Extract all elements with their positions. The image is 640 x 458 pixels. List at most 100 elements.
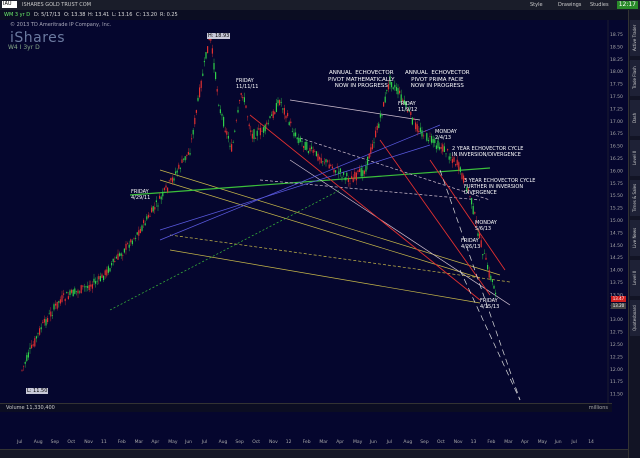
symbol-input[interactable]: IAU — [2, 1, 17, 8]
candle-body — [299, 137, 301, 142]
candle-body — [232, 142, 234, 143]
candle-body — [95, 281, 97, 284]
candle-body — [101, 274, 103, 278]
candle-body — [325, 159, 327, 163]
price-axis-label: 15.75 — [610, 181, 623, 187]
candle-body — [64, 299, 66, 302]
candle-body — [264, 124, 266, 132]
time-axis-label: Jun — [185, 440, 193, 445]
candle-body — [386, 89, 388, 91]
candle-body — [229, 145, 231, 147]
chart-aggregation-label: W4 I 3yr D — [8, 44, 40, 51]
candle-body — [261, 130, 263, 132]
price-axis-label: 14.00 — [610, 268, 623, 274]
candle-body — [234, 130, 236, 132]
sidebar-tab[interactable]: Level II — [630, 260, 640, 296]
annotation-3-year-cycle: 3 YEAR ECHOVECTOR CYCLE FURTHER IN INVER… — [464, 178, 536, 196]
time-axis-label: Aug — [403, 440, 413, 445]
candle-body — [423, 135, 425, 137]
sidebar-tab[interactable]: Quotesboard — [630, 300, 640, 336]
price-chart[interactable]: 18.75 18.50 18.25 18.00 17.75 17.50 17.25 17.00… — [0, 20, 628, 403]
sidebar-tab[interactable]: Level II — [630, 140, 640, 176]
style-menu[interactable]: Style — [530, 0, 543, 10]
candle-body — [191, 138, 193, 140]
candle-body — [395, 86, 397, 91]
candle-body — [291, 131, 293, 132]
timeframe-label[interactable]: WM 3 yr D — [4, 10, 30, 20]
trendline-2 — [159, 169, 501, 276]
candle-body — [112, 258, 114, 262]
candle-body — [378, 123, 380, 128]
candle-body — [271, 114, 273, 116]
candle-body — [114, 261, 116, 263]
time-axis-label: Feb — [117, 440, 126, 445]
candle-body — [448, 156, 450, 160]
candle-body — [416, 124, 418, 132]
candle-body — [440, 147, 442, 149]
sidebar-tab[interactable]: Live News — [630, 220, 640, 256]
annotation-annual-echovector-2: ANNUAL ECHOVECTOR PIVOT PRIMA FACIE NOW … — [405, 70, 470, 89]
candle-body — [253, 129, 255, 140]
price-axis-label: 15.00 — [610, 218, 623, 224]
time-axis-label: Mar — [319, 440, 328, 445]
price-axis-label: 16.25 — [610, 156, 623, 162]
candle-body — [69, 290, 71, 295]
candle-body — [279, 100, 281, 106]
candle-body — [99, 276, 101, 282]
candle-body — [107, 266, 109, 273]
sidebar-tab[interactable]: Dash — [630, 100, 640, 136]
candle-body — [435, 145, 437, 149]
price-axis: 18.75 18.50 18.25 18.00 17.75 17.50 17.25 17.00… — [607, 20, 623, 403]
price-axis-label: 13.00 — [610, 317, 623, 323]
candle-body — [491, 280, 493, 282]
candle-body — [477, 233, 479, 236]
candle-body — [127, 243, 129, 245]
candle-body — [485, 257, 487, 260]
candle-body — [493, 285, 495, 289]
annotation-friday-11-9-12: FRIDAY 11/9/12 — [398, 101, 418, 113]
candle-body — [39, 328, 41, 335]
candle-body — [162, 191, 164, 197]
sidebar-tab[interactable]: Trade Flash — [630, 60, 640, 96]
price-axis-label: 12.50 — [610, 342, 623, 348]
candle-body — [421, 130, 423, 137]
candle-body — [298, 137, 300, 144]
time-axis-label: May — [168, 440, 178, 445]
candle-body — [341, 177, 343, 178]
trendline-3 — [169, 249, 481, 304]
candle-body — [237, 110, 239, 113]
low-value: L: 13.16 — [112, 12, 133, 18]
price-axis-label: 14.25 — [610, 255, 623, 261]
candle-body — [307, 150, 309, 153]
candle-body — [451, 159, 453, 163]
studies-menu[interactable]: Studies — [590, 0, 609, 10]
trendline-1 — [159, 179, 481, 279]
price-axis-label: 18.25 — [610, 57, 623, 63]
candle-body — [53, 304, 55, 310]
candle-body — [359, 168, 361, 173]
candle-body — [143, 220, 145, 224]
candle-body — [349, 183, 351, 185]
price-axis-label: 15.50 — [610, 193, 623, 199]
candle-body — [367, 156, 369, 165]
time-axis-label: Nov — [84, 440, 93, 445]
annotation-friday-4-29-11: FRIDAY 4/29/11 — [131, 189, 151, 201]
price-axis-label: 11.75 — [610, 379, 623, 385]
bottom-scrollbar[interactable] — [0, 449, 628, 458]
candle-body — [104, 270, 106, 276]
candle-body — [256, 130, 258, 136]
time-axis-label: Jun — [369, 440, 377, 445]
drawings-menu[interactable]: Drawings — [558, 0, 581, 10]
candle-body — [123, 248, 125, 253]
candle-body — [272, 110, 274, 119]
candle-body — [266, 122, 268, 125]
candle-body — [146, 216, 148, 220]
candle-body — [320, 158, 322, 164]
time-axis-label: Apr — [336, 440, 344, 445]
candle-body — [293, 132, 295, 137]
sidebar-tab[interactable]: Times & Sales — [630, 180, 640, 216]
candle-body — [455, 164, 457, 166]
sidebar-tab[interactable]: Active Trader — [630, 20, 640, 56]
candle-body — [283, 108, 285, 115]
candle-body — [375, 130, 377, 138]
